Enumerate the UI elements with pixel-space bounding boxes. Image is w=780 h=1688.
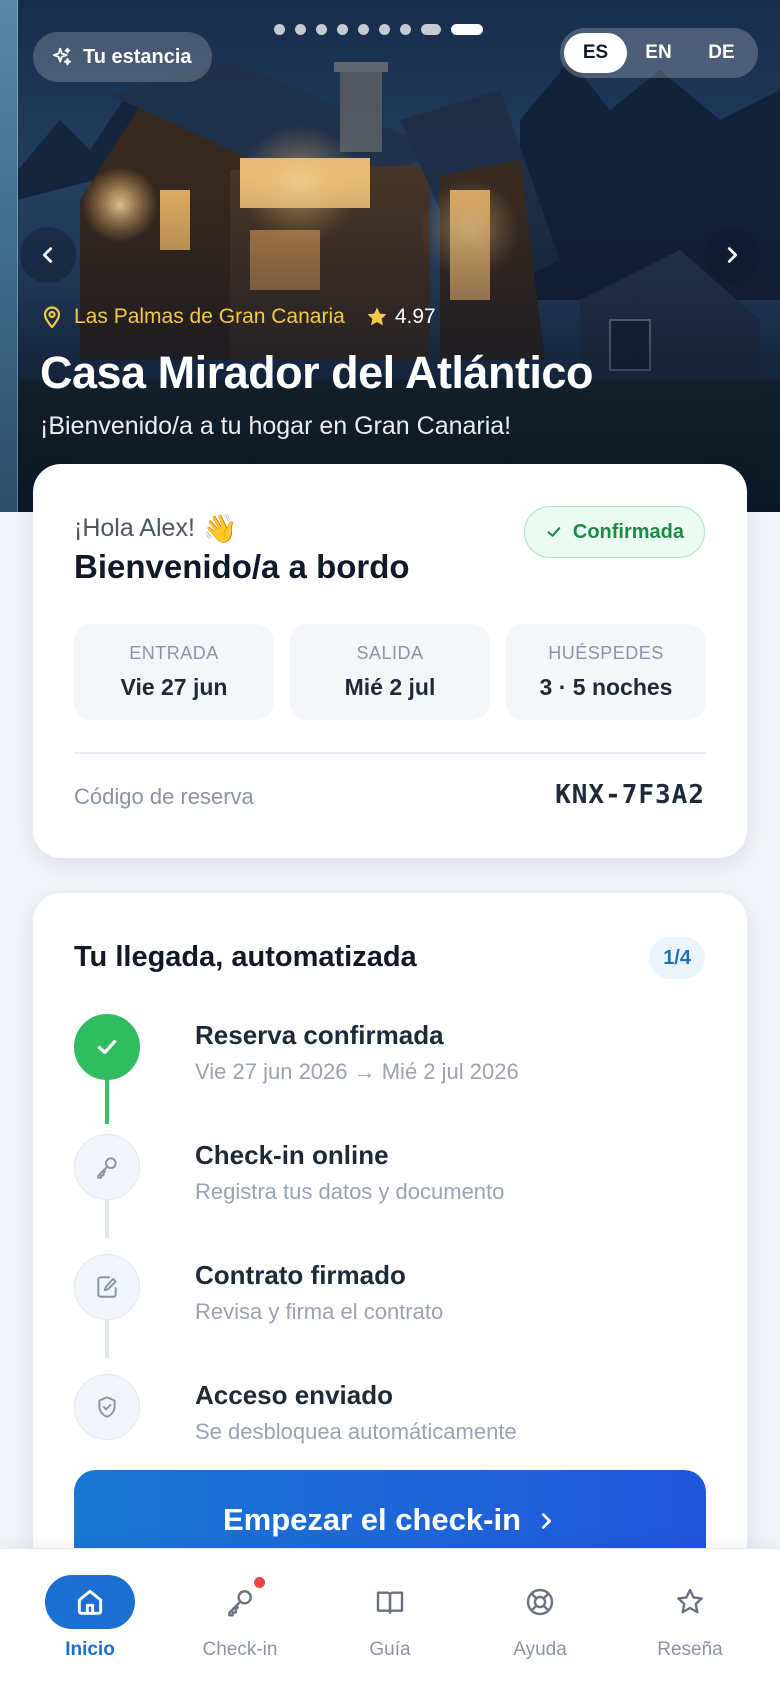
- checkin-stat: ENTRADA Vie 27 jun: [74, 624, 274, 720]
- step-description: Se desbloquea automáticamente: [195, 1419, 517, 1444]
- bottom-navigation: Inicio Check-in Guía Ayuda Reseña: [0, 1548, 780, 1688]
- lifebuoy-icon: [526, 1588, 554, 1616]
- booking-card: ¡Hola Alex! 👋 Bienvenido/a a bordo Confi…: [33, 464, 747, 858]
- nav-label: Reseña: [657, 1639, 723, 1660]
- step-booking-confirmed: Reserva confirmada Vie 27 jun 2026 → Mié…: [74, 1014, 714, 1094]
- nav-icon-container: [645, 1575, 735, 1629]
- check-icon: [547, 527, 561, 537]
- guests-label: HUÉSPEDES: [548, 643, 664, 663]
- booking-code-value[interactable]: KNX-7F3A2: [555, 780, 705, 810]
- book-icon: [376, 1591, 404, 1614]
- step-status: [74, 1014, 140, 1080]
- step-description: Registra tus datos y documento: [195, 1179, 505, 1204]
- status-text: Confirmada: [572, 520, 684, 543]
- divider: [74, 752, 706, 754]
- key-icon: [228, 1590, 252, 1617]
- property-subtitle: ¡Bienvenido/a a tu hogar en Gran Canaria…: [40, 412, 512, 440]
- carousel-dot[interactable]: [337, 24, 348, 35]
- carousel-dot[interactable]: [421, 24, 441, 35]
- stay-summary: ENTRADA Vie 27 jun SALIDA Mié 2 jul HUÉS…: [74, 624, 706, 720]
- stay-chip-label: Tu estancia: [83, 45, 192, 68]
- nav-item-inicio[interactable]: Inicio: [15, 1549, 165, 1688]
- carousel-dot[interactable]: [295, 24, 306, 35]
- property-title: Casa Mirador del Atlántico: [40, 347, 593, 398]
- chevron-right-icon: [541, 1513, 552, 1529]
- arrival-card: Tu llegada, automatizada 1/4 Reserva con…: [33, 893, 747, 1653]
- checkout-label: SALIDA: [356, 643, 424, 663]
- nav-item-resena[interactable]: Reseña: [615, 1549, 765, 1688]
- arrival-title: Tu llegada, automatizada: [74, 941, 417, 973]
- document-sign-icon: [97, 1276, 117, 1298]
- shield-icon: [98, 1396, 116, 1418]
- nav-label: Check-in: [202, 1639, 278, 1660]
- progress-badge: 1/4: [649, 937, 705, 979]
- carousel-dot[interactable]: [400, 24, 411, 35]
- nav-label: Inicio: [65, 1639, 115, 1660]
- step-title: Contrato firmado: [195, 1260, 406, 1290]
- step-status: [74, 1374, 140, 1440]
- nav-icon-container: [195, 1575, 285, 1629]
- step-title: Check-in online: [195, 1140, 389, 1170]
- step-access-sent: Acceso enviado Se desbloquea automáticam…: [74, 1374, 714, 1454]
- greeting-text: ¡Hola Alex!: [74, 514, 195, 542]
- step-status: [74, 1254, 140, 1320]
- home-icon: [77, 1589, 103, 1615]
- step-contract-signed[interactable]: Contrato firmado Revisa y firma el contr…: [74, 1254, 714, 1334]
- carousel-prev-button[interactable]: [20, 227, 76, 283]
- carousel-dot-active[interactable]: [451, 24, 483, 35]
- nav-item-guia[interactable]: Guía: [315, 1549, 465, 1688]
- checkout-value: Mié 2 jul: [344, 674, 436, 700]
- rating: 4.97: [365, 305, 436, 329]
- welcome-heading: Bienvenido/a a bordo: [74, 548, 410, 585]
- step-description: Vie 27 jun 2026 → Mié 2 jul 2026: [195, 1059, 519, 1084]
- checkin-label: ENTRADA: [129, 643, 219, 663]
- waving-hand-icon: 👋: [202, 513, 238, 544]
- hero-carousel[interactable]: Tu estancia ES EN DE Las Palmas de Gran …: [0, 0, 780, 512]
- location-text: Las Palmas de Gran Canaria: [74, 305, 345, 328]
- language-option-de[interactable]: DE: [690, 33, 753, 73]
- carousel-dot[interactable]: [358, 24, 369, 35]
- language-option-es[interactable]: ES: [564, 33, 627, 73]
- nav-item-checkin[interactable]: Check-in: [165, 1549, 315, 1688]
- step-description: Revisa y firma el contrato: [195, 1299, 444, 1324]
- notification-dot: [254, 1577, 265, 1588]
- greeting: ¡Hola Alex! 👋: [74, 512, 238, 545]
- star-icon: [367, 307, 387, 326]
- location-row: Las Palmas de Gran Canaria 4.97: [40, 305, 436, 329]
- nav-item-ayuda[interactable]: Ayuda: [465, 1549, 615, 1688]
- location-pin-icon: [43, 306, 61, 329]
- checkin-value: Vie 27 jun: [120, 674, 228, 700]
- nav-label: Guía: [369, 1639, 411, 1660]
- nav-icon-container: [345, 1575, 435, 1629]
- step-title: Reserva confirmada: [195, 1020, 444, 1050]
- guests-stat: HUÉSPEDES 3 · 5 noches: [506, 624, 706, 720]
- check-icon: [97, 1039, 117, 1055]
- nav-label: Ayuda: [513, 1639, 567, 1660]
- nav-icon-container: [45, 1575, 135, 1629]
- carousel-dot[interactable]: [316, 24, 327, 35]
- carousel-dot[interactable]: [379, 24, 390, 35]
- language-option-en[interactable]: EN: [627, 33, 690, 73]
- start-checkin-label: Empezar el check-in: [222, 1502, 522, 1537]
- star-icon: [677, 1588, 703, 1614]
- sparkle-icon: [52, 47, 72, 66]
- step-status: [74, 1134, 140, 1200]
- booking-code-label: Código de reserva: [74, 784, 254, 809]
- stay-chip[interactable]: Tu estancia: [33, 32, 212, 82]
- checkout-stat: SALIDA Mié 2 jul: [290, 624, 490, 720]
- previous-slide-peek: [0, 0, 18, 512]
- step-online-checkin[interactable]: Check-in online Registra tus datos y doc…: [74, 1134, 714, 1214]
- status-badge: Confirmada: [523, 506, 705, 558]
- chevron-left-icon: [42, 247, 53, 263]
- guests-value: 3 · 5 noches: [539, 674, 673, 700]
- key-icon: [97, 1157, 117, 1179]
- rating-value: 4.97: [394, 305, 436, 328]
- step-title: Acceso enviado: [195, 1380, 393, 1410]
- carousel-dot[interactable]: [274, 24, 285, 35]
- chevron-right-icon: [727, 247, 738, 263]
- carousel-indicators: [274, 24, 483, 35]
- carousel-next-button[interactable]: [704, 227, 760, 283]
- nav-icon-container: [495, 1575, 585, 1629]
- language-switcher: ES EN DE: [560, 28, 758, 78]
